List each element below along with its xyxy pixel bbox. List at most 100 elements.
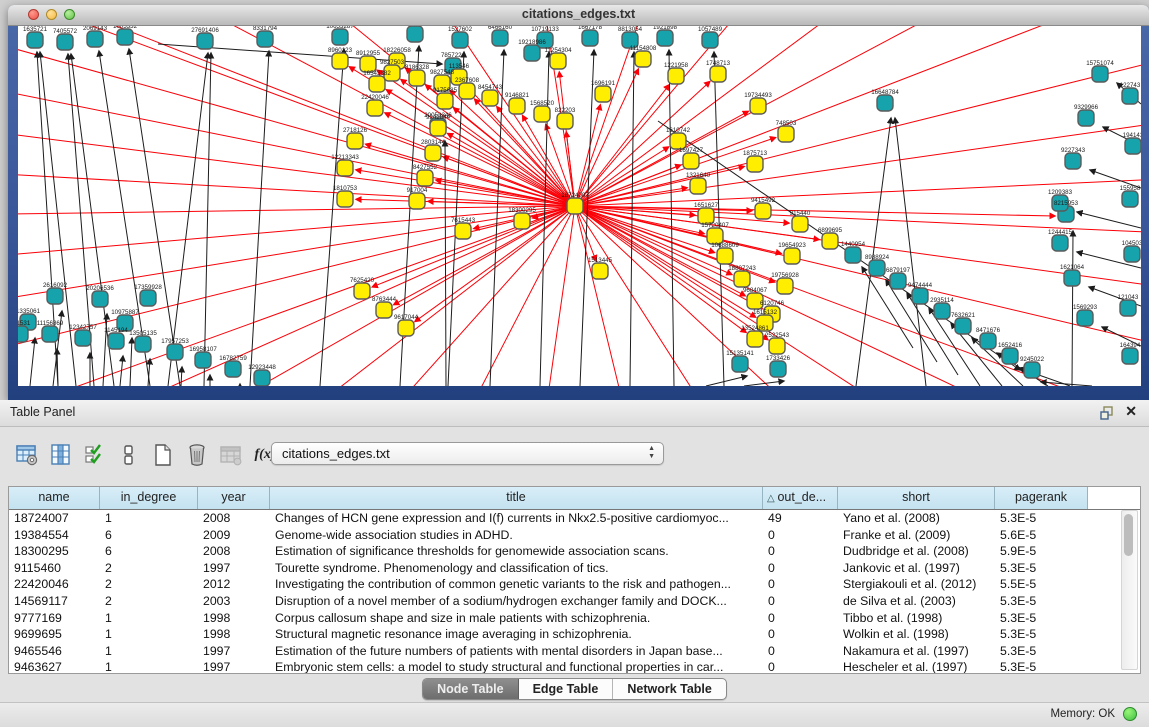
cell-name[interactable]: 18300295: [9, 543, 100, 560]
cell-in_degree[interactable]: 6: [100, 527, 198, 544]
cell-short[interactable]: Tibbo et al. (1998): [838, 610, 995, 627]
column-icon[interactable]: [48, 442, 74, 468]
node-yellow-2522543[interactable]: [769, 338, 785, 354]
cell-name[interactable]: 9463627: [9, 659, 100, 674]
node-teal-12923448[interactable]: [254, 370, 270, 386]
node-teal-2069143[interactable]: [87, 31, 103, 47]
cell-in_degree[interactable]: 1: [100, 659, 198, 674]
node-teal-2616092[interactable]: [47, 288, 63, 304]
cell-year[interactable]: 1998: [198, 610, 270, 627]
node-teal-20206536[interactable]: [92, 291, 108, 307]
node-yellow-917004[interactable]: [409, 193, 425, 209]
node-teal-1621064[interactable]: [1064, 270, 1080, 286]
cell-title[interactable]: Structural magnetic resonance image aver…: [270, 626, 763, 643]
node-yellow-915440[interactable]: [792, 216, 808, 232]
node-yellow-8960123[interactable]: [332, 53, 348, 69]
cell-out_de[interactable]: 0: [763, 543, 838, 560]
cell-pagerank[interactable]: 5.3E-5: [995, 610, 1088, 627]
cell-in_degree[interactable]: 6: [100, 543, 198, 560]
table-row[interactable]: 946554611997Estimation of the future num…: [9, 643, 1140, 660]
table-row[interactable]: 2242004622012Investigating the contribut…: [9, 576, 1140, 593]
node-yellow-10688609[interactable]: [717, 248, 733, 264]
cell-out_de[interactable]: 0: [763, 560, 838, 577]
node-yellow-8454743[interactable]: [482, 90, 498, 106]
table-row[interactable]: 969969511998Structural magnetic resonanc…: [9, 626, 1140, 643]
node-teal-7632621[interactable]: [955, 318, 971, 334]
cell-year[interactable]: 2008: [198, 543, 270, 560]
cell-title[interactable]: Changes of HCN gene expression and I(f) …: [270, 510, 763, 527]
tab-edge-table[interactable]: Edge Table: [519, 679, 614, 699]
select-rows-icon[interactable]: [82, 442, 108, 468]
cell-out_de[interactable]: 0: [763, 527, 838, 544]
node-teal-104503[interactable]: [1124, 246, 1140, 262]
node-yellow-1221958[interactable]: [668, 68, 684, 84]
node-yellow-1513445[interactable]: [592, 263, 608, 279]
cell-year[interactable]: 1997: [198, 643, 270, 660]
table-row[interactable]: 1938455462009Genome-wide association stu…: [9, 527, 1140, 544]
node-teal-1921898[interactable]: [657, 30, 673, 46]
node-yellow-6899695[interactable]: [822, 233, 838, 249]
import-table-icon[interactable]: [218, 442, 244, 468]
cell-name[interactable]: 19384554: [9, 527, 100, 544]
cell-name[interactable]: 9777169: [9, 610, 100, 627]
node-yellow-1568520[interactable]: [534, 106, 550, 122]
node-teal-9227343[interactable]: [1065, 153, 1081, 169]
node-teal-10653287[interactable]: [332, 29, 348, 45]
cell-year[interactable]: 1998: [198, 626, 270, 643]
table-row[interactable]: 1830029562008Estimation of significance …: [9, 543, 1140, 560]
node-teal-6879197[interactable]: [890, 273, 906, 289]
node-yellow-9242844[interactable]: [430, 120, 446, 136]
node-teal-17957253[interactable]: [167, 344, 183, 360]
node-teal-1569293[interactable]: [1077, 310, 1093, 326]
float-panel-icon[interactable]: [1099, 405, 1115, 421]
node-teal-9329966[interactable]: [1078, 110, 1094, 126]
node-yellow-22420046[interactable]: [367, 100, 383, 116]
cell-in_degree[interactable]: 1: [100, 643, 198, 660]
node-teal-391531[interactable]: [18, 326, 28, 342]
graph-nodes[interactable]: [18, 26, 1141, 386]
node-yellow-9415492[interactable]: [755, 203, 771, 219]
row-height-icon[interactable]: [116, 442, 142, 468]
node-teal-17359928[interactable]: [140, 290, 156, 306]
node-yellow-2718126[interactable]: [347, 133, 363, 149]
cell-in_degree[interactable]: 2: [100, 593, 198, 610]
node-yellow-1321640[interactable]: [690, 178, 706, 194]
cell-title[interactable]: Disruption of a novel member of a sodium…: [270, 593, 763, 610]
node-teal-1733426[interactable]: [770, 361, 786, 377]
node-teal-7405572[interactable]: [57, 34, 73, 50]
node-yellow-11254304[interactable]: [550, 53, 566, 69]
cell-name[interactable]: 9115460: [9, 560, 100, 577]
cell-out_de[interactable]: 0: [763, 643, 838, 660]
cell-in_degree[interactable]: 1: [100, 626, 198, 643]
node-yellow-2367608[interactable]: [459, 83, 475, 99]
node-yellow-8186328[interactable]: [409, 70, 425, 86]
new-document-icon[interactable]: [150, 442, 176, 468]
node-teal-16033809[interactable]: [407, 26, 423, 42]
cell-name[interactable]: 14569117: [9, 593, 100, 610]
column-header-year[interactable]: year: [198, 487, 270, 509]
node-yellow-19654923[interactable]: [784, 248, 800, 264]
memory-status-indicator[interactable]: [1123, 707, 1137, 721]
node-yellow-8427552[interactable]: [417, 170, 433, 186]
node-teal-1652416[interactable]: [1002, 348, 1018, 364]
cell-short[interactable]: Yano et al. (2008): [838, 510, 995, 527]
cell-short[interactable]: Wolkin et al. (1998): [838, 626, 995, 643]
node-teal-12342757[interactable]: [75, 330, 91, 346]
cell-name[interactable]: 22420046: [9, 576, 100, 593]
node-yellow-1697427[interactable]: [683, 153, 699, 169]
cell-out_de[interactable]: 49: [763, 510, 838, 527]
node-yellow-18300295[interactable]: [514, 213, 530, 229]
node-teal-15751074[interactable]: [1092, 66, 1108, 82]
delete-icon[interactable]: [184, 442, 210, 468]
node-teal-194143[interactable]: [1125, 138, 1141, 154]
cell-pagerank[interactable]: 5.3E-5: [995, 510, 1088, 527]
cell-name[interactable]: 9465546: [9, 643, 100, 660]
node-teal-121043[interactable]: [1120, 300, 1136, 316]
node-teal-1440954[interactable]: [845, 247, 861, 263]
cell-out_de[interactable]: 0: [763, 576, 838, 593]
table-row[interactable]: 946362711997Embryonic stem cells: a mode…: [9, 659, 1140, 674]
column-header-in_degree[interactable]: in_degree: [100, 487, 198, 509]
node-teal-15135141[interactable]: [732, 356, 748, 372]
cell-title[interactable]: Estimation of significance thresholds fo…: [270, 543, 763, 560]
column-header-pagerank[interactable]: pagerank: [995, 487, 1088, 509]
